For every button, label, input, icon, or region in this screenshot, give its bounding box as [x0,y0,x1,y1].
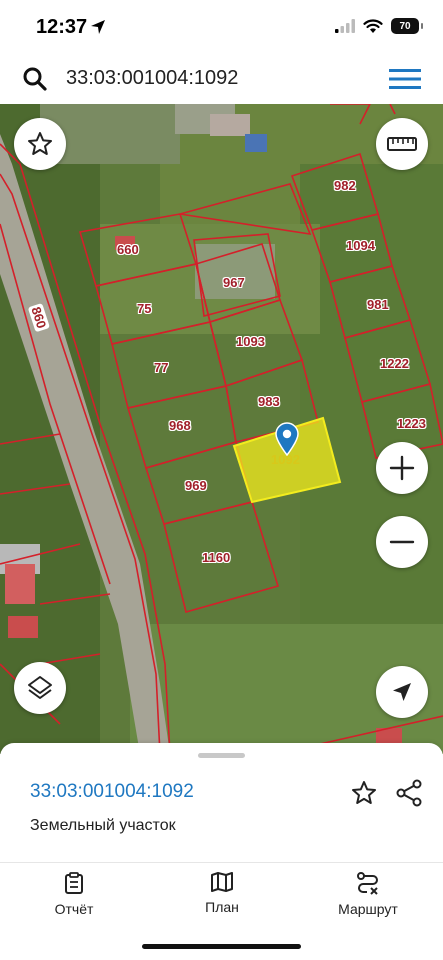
tab-report[interactable]: Отчёт [14,871,134,917]
tab-route[interactable]: Маршрут [308,871,428,917]
parcel-label-967[interactable]: 967 [223,275,245,290]
parcel-label-969[interactable]: 969 [185,478,207,493]
parcel-info-sheet[interactable]: 33:03:001004:1092 Земельный участок [0,743,443,863]
battery-icon: 70 [391,18,423,34]
parcel-label-1223[interactable]: 1223 [397,416,426,431]
share-icon[interactable] [395,779,423,807]
search-input[interactable]: 33:03:001004:1092 [66,67,238,90]
my-location-button[interactable] [376,666,428,718]
tab-route-label: Маршрут [338,901,398,917]
search-bar[interactable]: 33:03:001004:1092 [8,58,435,98]
parcel-label-982[interactable]: 982 [334,178,356,193]
parcel-label-1093[interactable]: 1093 [236,334,265,349]
menu-icon[interactable] [389,68,421,90]
parcel-label-75[interactable]: 75 [137,301,151,316]
parcel-label-77[interactable]: 77 [154,360,168,375]
location-pin-icon[interactable] [274,422,300,456]
parcel-label-1160[interactable]: 1160 [202,550,230,565]
sheet-drag-handle[interactable] [198,753,245,758]
layers-button[interactable] [14,662,66,714]
ruler-button[interactable] [376,118,428,170]
cellular-signal-icon [335,19,355,33]
tab-plan-label: План [205,899,239,915]
parcel-label-981[interactable]: 981 [367,297,389,312]
tab-plan[interactable]: План [162,871,282,915]
tab-report-label: Отчёт [54,901,94,917]
parcel-type-label: Земельный участок [30,817,176,834]
map-icon [211,872,233,892]
home-indicator[interactable] [142,944,301,949]
satellite-map-layer[interactable] [0,104,443,754]
zoom-in-button[interactable] [376,442,428,494]
route-icon [357,872,378,895]
parcel-label-983[interactable]: 983 [258,394,280,409]
parcel-number-title[interactable]: 33:03:001004:1092 [30,781,194,803]
status-time: 12:37 [36,16,88,38]
layers-icon [28,676,52,699]
navigation-arrow-icon [393,683,411,701]
clipboard-icon [65,872,83,894]
parcel-label-968[interactable]: 968 [169,418,191,433]
ruler-icon [387,137,417,151]
wifi-icon [363,18,383,33]
favorite-button[interactable] [14,118,66,170]
zoom-out-button[interactable] [376,516,428,568]
parcel-label-1222[interactable]: 1222 [380,356,409,371]
status-right: 70 [335,18,423,34]
favorite-star-icon[interactable] [350,779,378,807]
parcel-label-660[interactable]: 660 [117,242,139,257]
status-bar: 12:37 70 [0,0,443,56]
star-icon [28,132,52,155]
plus-icon [389,455,415,481]
cadastral-map[interactable]: 860 982 1094 981 1222 1223 660 967 75 10… [0,104,443,754]
parcel-label-1094[interactable]: 1094 [346,238,375,253]
search-icon[interactable] [22,66,48,92]
location-arrow-icon [91,20,105,34]
minus-icon [389,540,415,544]
